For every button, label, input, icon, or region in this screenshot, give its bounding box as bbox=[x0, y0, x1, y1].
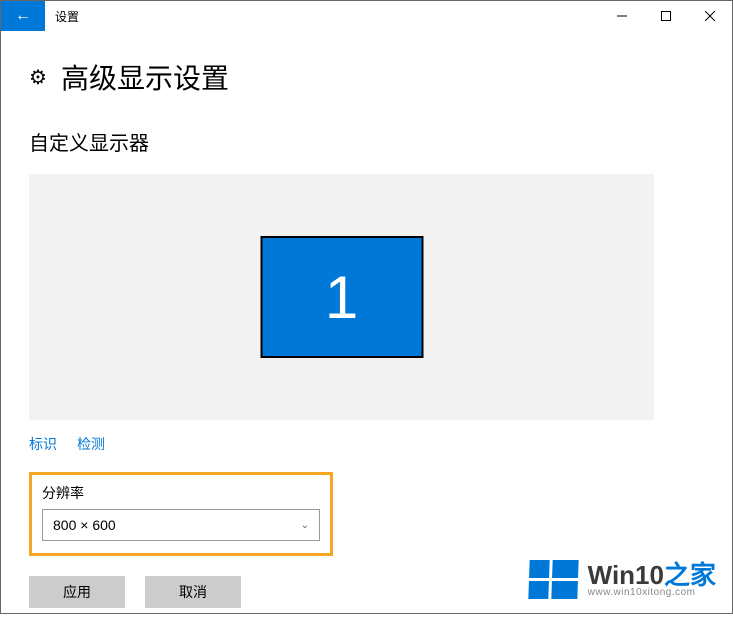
watermark-url: www.win10xitong.com bbox=[588, 588, 716, 598]
resolution-label: 分辨率 bbox=[42, 483, 320, 503]
display-links: 标识 检测 bbox=[29, 434, 704, 454]
watermark: Win10之家 www.win10xitong.com bbox=[529, 560, 716, 599]
window-title: 设置 bbox=[55, 8, 79, 25]
close-button[interactable] bbox=[688, 1, 732, 31]
detect-link[interactable]: 检测 bbox=[77, 434, 105, 454]
chevron-down-icon: ⌄ bbox=[301, 520, 309, 531]
resolution-section: 分辨率 800 × 600 ⌄ bbox=[29, 472, 333, 556]
titlebar: ← 设置 bbox=[1, 1, 732, 31]
watermark-brand-suffix: 之家 bbox=[664, 560, 716, 590]
cancel-button[interactable]: 取消 bbox=[145, 576, 241, 608]
monitor-number: 1 bbox=[325, 263, 358, 332]
monitor-1[interactable]: 1 bbox=[260, 236, 423, 358]
page-title: 高级显示设置 bbox=[61, 57, 229, 97]
watermark-brand-prefix: Win10 bbox=[588, 560, 664, 590]
windows-logo-icon bbox=[528, 560, 578, 599]
window-controls bbox=[600, 1, 732, 31]
back-button[interactable]: ← bbox=[1, 1, 45, 31]
section-title-customize: 自定义显示器 bbox=[29, 127, 704, 156]
maximize-button[interactable] bbox=[644, 1, 688, 31]
page-header: ⚙ 高级显示设置 bbox=[29, 57, 704, 97]
minimize-button[interactable] bbox=[600, 1, 644, 31]
watermark-text: Win10之家 www.win10xitong.com bbox=[588, 562, 716, 598]
arrow-left-icon: ← bbox=[15, 7, 31, 25]
content-area: ⚙ 高级显示设置 自定义显示器 1 标识 检测 分辨率 800 × 600 ⌄ … bbox=[1, 31, 732, 628]
display-preview-area: 1 bbox=[29, 174, 654, 420]
apply-button[interactable]: 应用 bbox=[29, 576, 125, 608]
resolution-value: 800 × 600 bbox=[53, 517, 116, 533]
gear-icon: ⚙ bbox=[29, 65, 47, 90]
identify-link[interactable]: 标识 bbox=[29, 434, 57, 454]
resolution-dropdown[interactable]: 800 × 600 ⌄ bbox=[42, 509, 320, 541]
